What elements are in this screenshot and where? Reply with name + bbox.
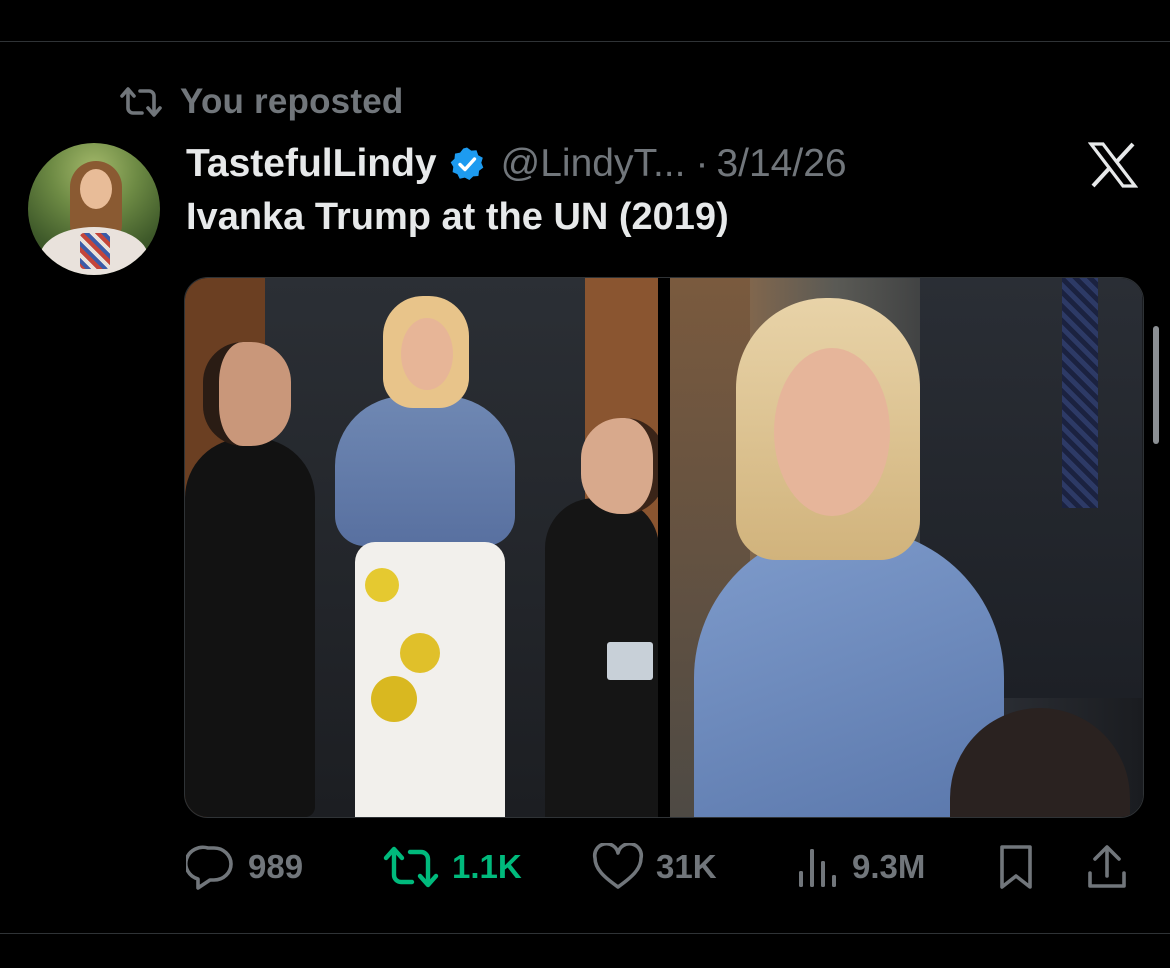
views-count: 9.3M bbox=[852, 848, 926, 885]
bookmark-icon bbox=[1000, 845, 1032, 889]
post-header: TastefulLindy @LindyT... · 3/14/26 bbox=[186, 138, 847, 190]
top-divider bbox=[0, 41, 1170, 42]
avatar-face bbox=[80, 169, 112, 209]
repost-icon bbox=[120, 87, 162, 117]
photo-figure-center-face bbox=[401, 318, 453, 390]
photo-flower-3 bbox=[371, 676, 417, 722]
scrollbar[interactable] bbox=[1153, 326, 1159, 444]
repost-banner-label: You reposted bbox=[180, 82, 404, 121]
like-count: 31K bbox=[656, 848, 717, 885]
avatar[interactable] bbox=[28, 143, 160, 275]
post-date[interactable]: 3/14/26 bbox=[716, 142, 846, 186]
reply-icon bbox=[186, 845, 233, 890]
reply-count: 989 bbox=[248, 848, 304, 885]
post-text: Ivanka Trump at the UN (2019) bbox=[186, 196, 729, 238]
media-photo-left[interactable] bbox=[185, 278, 658, 817]
header-separator: · bbox=[695, 142, 709, 185]
action-bar: 989 1.1K 31K 9.3M bbox=[186, 840, 1138, 894]
repost-button[interactable]: 1.1K bbox=[382, 840, 522, 894]
views-icon bbox=[799, 849, 836, 887]
photo-figure-right-head bbox=[581, 418, 658, 514]
x-logo[interactable] bbox=[1088, 142, 1138, 188]
share-button[interactable] bbox=[1086, 840, 1128, 894]
repost-count: 1.1K bbox=[452, 848, 522, 885]
avatar-shirt-pattern bbox=[80, 233, 110, 269]
reply-button[interactable]: 989 bbox=[186, 840, 303, 894]
photo-subject-face bbox=[774, 348, 890, 516]
repost-banner[interactable]: You reposted bbox=[118, 80, 403, 124]
author-display-name[interactable]: TastefulLindy bbox=[186, 142, 437, 186]
photo-badge-card bbox=[607, 642, 653, 680]
author-handle[interactable]: @LindyT... bbox=[501, 142, 686, 186]
media-photo-right[interactable] bbox=[670, 278, 1143, 817]
photo-flower-1 bbox=[365, 568, 399, 602]
verified-badge-icon[interactable] bbox=[449, 146, 485, 182]
bookmark-button[interactable] bbox=[996, 840, 1036, 894]
like-button[interactable]: 31K bbox=[592, 840, 717, 894]
photo-figure-left-head bbox=[203, 342, 291, 446]
photo-background-tie bbox=[1062, 278, 1098, 508]
repost-icon bbox=[383, 846, 439, 888]
share-icon bbox=[1088, 845, 1126, 888]
photo-flower-2 bbox=[400, 633, 440, 673]
bottom-divider bbox=[0, 933, 1170, 934]
photo-figure-center-blouse bbox=[335, 396, 515, 546]
media-grid bbox=[184, 277, 1144, 818]
heart-icon bbox=[592, 843, 644, 889]
photo-figure-left-woman bbox=[185, 438, 315, 817]
views-button[interactable]: 9.3M bbox=[796, 840, 925, 894]
